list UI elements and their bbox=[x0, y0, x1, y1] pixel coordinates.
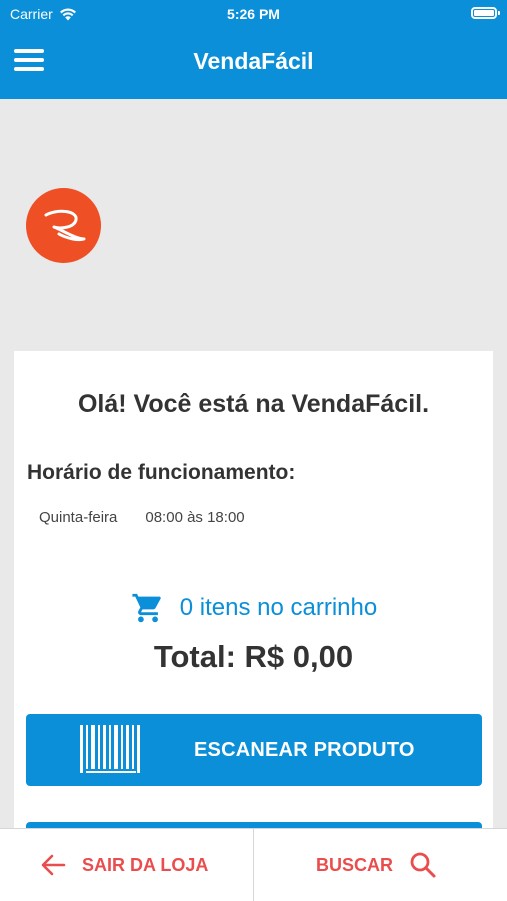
cart-icon bbox=[132, 593, 161, 623]
welcome-heading: Olá! Você está na VendaFácil. bbox=[77, 390, 430, 418]
barcode-icon bbox=[80, 725, 140, 773]
exit-store-button[interactable]: SAIR DA LOJA bbox=[40, 829, 208, 901]
battery-icon bbox=[471, 7, 500, 19]
store-logo bbox=[26, 188, 101, 263]
hours-row: Quinta-feira 08:00 às 18:00 bbox=[39, 509, 245, 526]
cart-total: Total: R$ 0,00 bbox=[153, 639, 354, 674]
bottom-action-bar: SAIR DA LOJA BUSCAR bbox=[0, 828, 507, 901]
cart-count-text: 0 itens no carrinho bbox=[179, 594, 378, 621]
scan-product-label: ESCANEAR PRODUTO bbox=[194, 739, 415, 761]
hours-time: 08:00 às 18:00 bbox=[145, 509, 245, 526]
status-time: 5:26 PM bbox=[227, 6, 280, 22]
store-info-card: Olá! Você está na VendaFácil. Horário de… bbox=[14, 351, 493, 852]
status-bar: Carrier 5:26 PM bbox=[0, 4, 507, 26]
exit-store-label: SAIR DA LOJA bbox=[82, 854, 209, 875]
scan-product-button[interactable]: ESCANEAR PRODUTO bbox=[26, 714, 482, 786]
arrow-left-icon bbox=[41, 854, 66, 876]
hours-day: Quinta-feira bbox=[39, 509, 118, 526]
app-header: Carrier 5:26 PM VendaFácil bbox=[0, 0, 507, 99]
page-title: VendaFácil bbox=[193, 48, 314, 74]
hours-heading: Horário de funcionamento: bbox=[27, 461, 296, 484]
search-icon bbox=[410, 852, 436, 878]
cart-summary[interactable]: 0 itens no carrinho bbox=[14, 591, 493, 625]
search-label: BUSCAR bbox=[316, 854, 394, 875]
bottom-bar-divider bbox=[253, 829, 254, 901]
search-button[interactable]: BUSCAR bbox=[316, 829, 437, 901]
